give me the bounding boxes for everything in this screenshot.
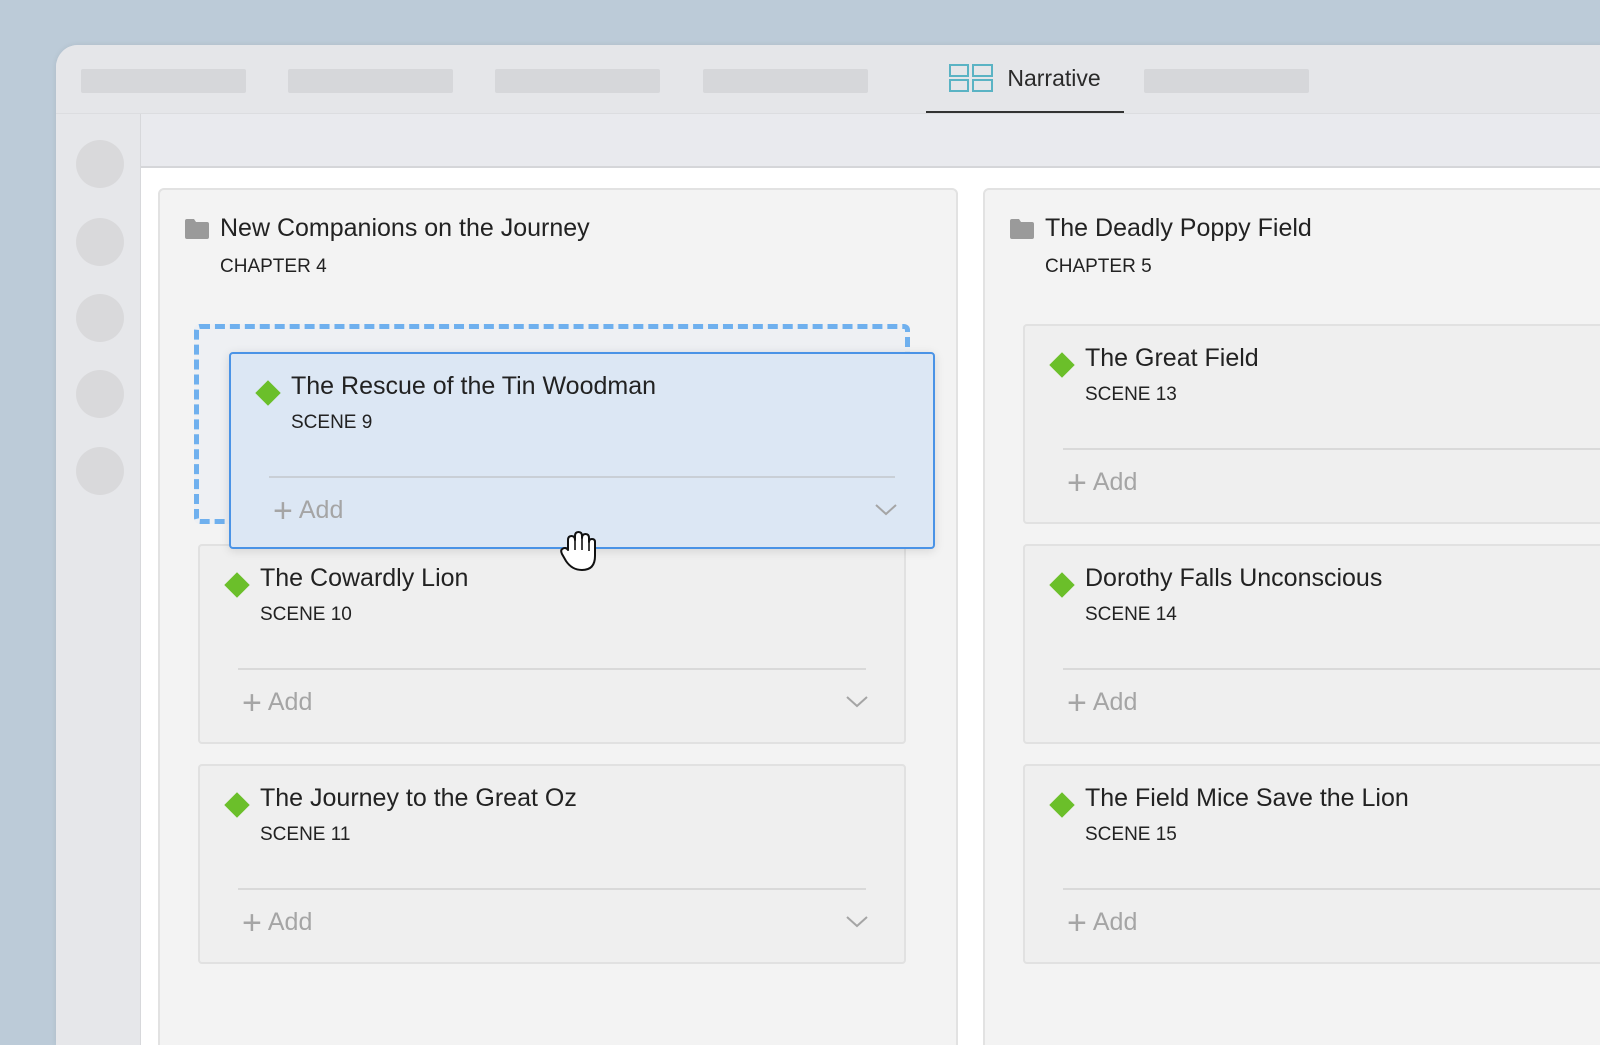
add-label: Add <box>267 908 313 936</box>
divider <box>1063 888 1600 890</box>
plus-icon: + <box>242 683 262 722</box>
tab-narrative[interactable]: Narrative <box>926 45 1124 113</box>
board: New Companions on the Journey CHAPTER 4 … <box>141 168 1600 1045</box>
tab-placeholder[interactable] <box>288 69 453 93</box>
tab-bar: Narrative <box>56 45 1600 114</box>
add-button[interactable]: + Add <box>242 683 313 722</box>
sidebar-button[interactable] <box>76 447 124 495</box>
chapter-number: CHAPTER 5 <box>1045 256 1152 277</box>
scene-title: The Great Field <box>1085 344 1259 372</box>
add-button[interactable]: + Add <box>1067 903 1138 942</box>
add-label: Add <box>298 496 344 524</box>
add-label: Add <box>1092 688 1138 716</box>
divider <box>1063 668 1600 670</box>
diamond-icon <box>255 380 281 406</box>
tab-placeholder[interactable] <box>495 69 660 93</box>
scene-card[interactable]: Dorothy Falls Unconscious SCENE 14 + Add <box>1023 544 1600 744</box>
chevron-down-icon[interactable] <box>846 696 868 708</box>
grab-hand-icon <box>560 531 596 571</box>
diamond-icon <box>224 572 250 598</box>
plus-icon: + <box>242 903 262 942</box>
scene-card[interactable]: The Journey to the Great Oz SCENE 11 + A… <box>198 764 906 964</box>
scene-number: SCENE 11 <box>260 824 351 845</box>
add-button[interactable]: + Add <box>1067 463 1138 502</box>
sidebar-button[interactable] <box>76 218 124 266</box>
add-label: Add <box>1092 468 1138 496</box>
grid-icon <box>949 64 994 92</box>
sidebar-button[interactable] <box>76 140 124 188</box>
scene-title: The Cowardly Lion <box>260 564 469 592</box>
scene-card[interactable]: The Field Mice Save the Lion SCENE 15 + … <box>1023 764 1600 964</box>
add-label: Add <box>267 688 313 716</box>
scene-title: The Field Mice Save the Lion <box>1085 784 1409 812</box>
scene-number: SCENE 10 <box>260 604 352 625</box>
diamond-icon <box>1049 792 1075 818</box>
add-label: Add <box>1092 908 1138 936</box>
diamond-icon <box>224 792 250 818</box>
scene-number: SCENE 13 <box>1085 384 1177 405</box>
scene-number: SCENE 9 <box>291 412 373 433</box>
divider <box>238 668 866 670</box>
plus-icon: + <box>1067 903 1087 942</box>
tab-label: Narrative <box>1007 64 1101 91</box>
chapter-number: CHAPTER 4 <box>220 256 327 277</box>
chapter-title[interactable]: The Deadly Poppy Field <box>1045 214 1312 243</box>
toolbar <box>141 114 1600 168</box>
scene-number: SCENE 14 <box>1085 604 1177 625</box>
chevron-down-icon[interactable] <box>846 916 868 928</box>
add-button[interactable]: + Add <box>1067 683 1138 722</box>
plus-icon: + <box>273 491 293 530</box>
sidebar-button[interactable] <box>76 294 124 342</box>
chapter-column: New Companions on the Journey CHAPTER 4 … <box>158 188 958 1045</box>
sidebar-button[interactable] <box>76 370 124 418</box>
plus-icon: + <box>1067 683 1087 722</box>
tab-placeholder[interactable] <box>1144 69 1309 93</box>
divider <box>1063 448 1600 450</box>
tab-placeholder[interactable] <box>703 69 868 93</box>
diamond-icon <box>1049 352 1075 378</box>
plus-icon: + <box>1067 463 1087 502</box>
divider <box>238 888 866 890</box>
dragged-scene-card[interactable]: The Rescue of the Tin Woodman SCENE 9 + … <box>229 352 935 549</box>
chapter-title[interactable]: New Companions on the Journey <box>220 214 590 243</box>
add-button[interactable]: + Add <box>273 491 344 530</box>
chapter-column: The Deadly Poppy Field CHAPTER 5 The Gre… <box>983 188 1600 1045</box>
divider <box>269 476 895 478</box>
sidebar <box>56 114 141 1045</box>
diamond-icon <box>1049 572 1075 598</box>
folder-icon <box>185 219 209 239</box>
scene-title: Dorothy Falls Unconscious <box>1085 564 1383 592</box>
add-button[interactable]: + Add <box>242 903 313 942</box>
scene-card[interactable]: The Cowardly Lion SCENE 10 + Add <box>198 544 906 744</box>
folder-icon <box>1010 219 1034 239</box>
scene-title: The Journey to the Great Oz <box>260 784 577 812</box>
scene-card[interactable]: The Great Field SCENE 13 + Add <box>1023 324 1600 524</box>
scene-title: The Rescue of the Tin Woodman <box>291 372 657 400</box>
scene-number: SCENE 15 <box>1085 824 1177 845</box>
chevron-down-icon[interactable] <box>875 504 897 516</box>
tab-placeholder[interactable] <box>81 69 246 93</box>
